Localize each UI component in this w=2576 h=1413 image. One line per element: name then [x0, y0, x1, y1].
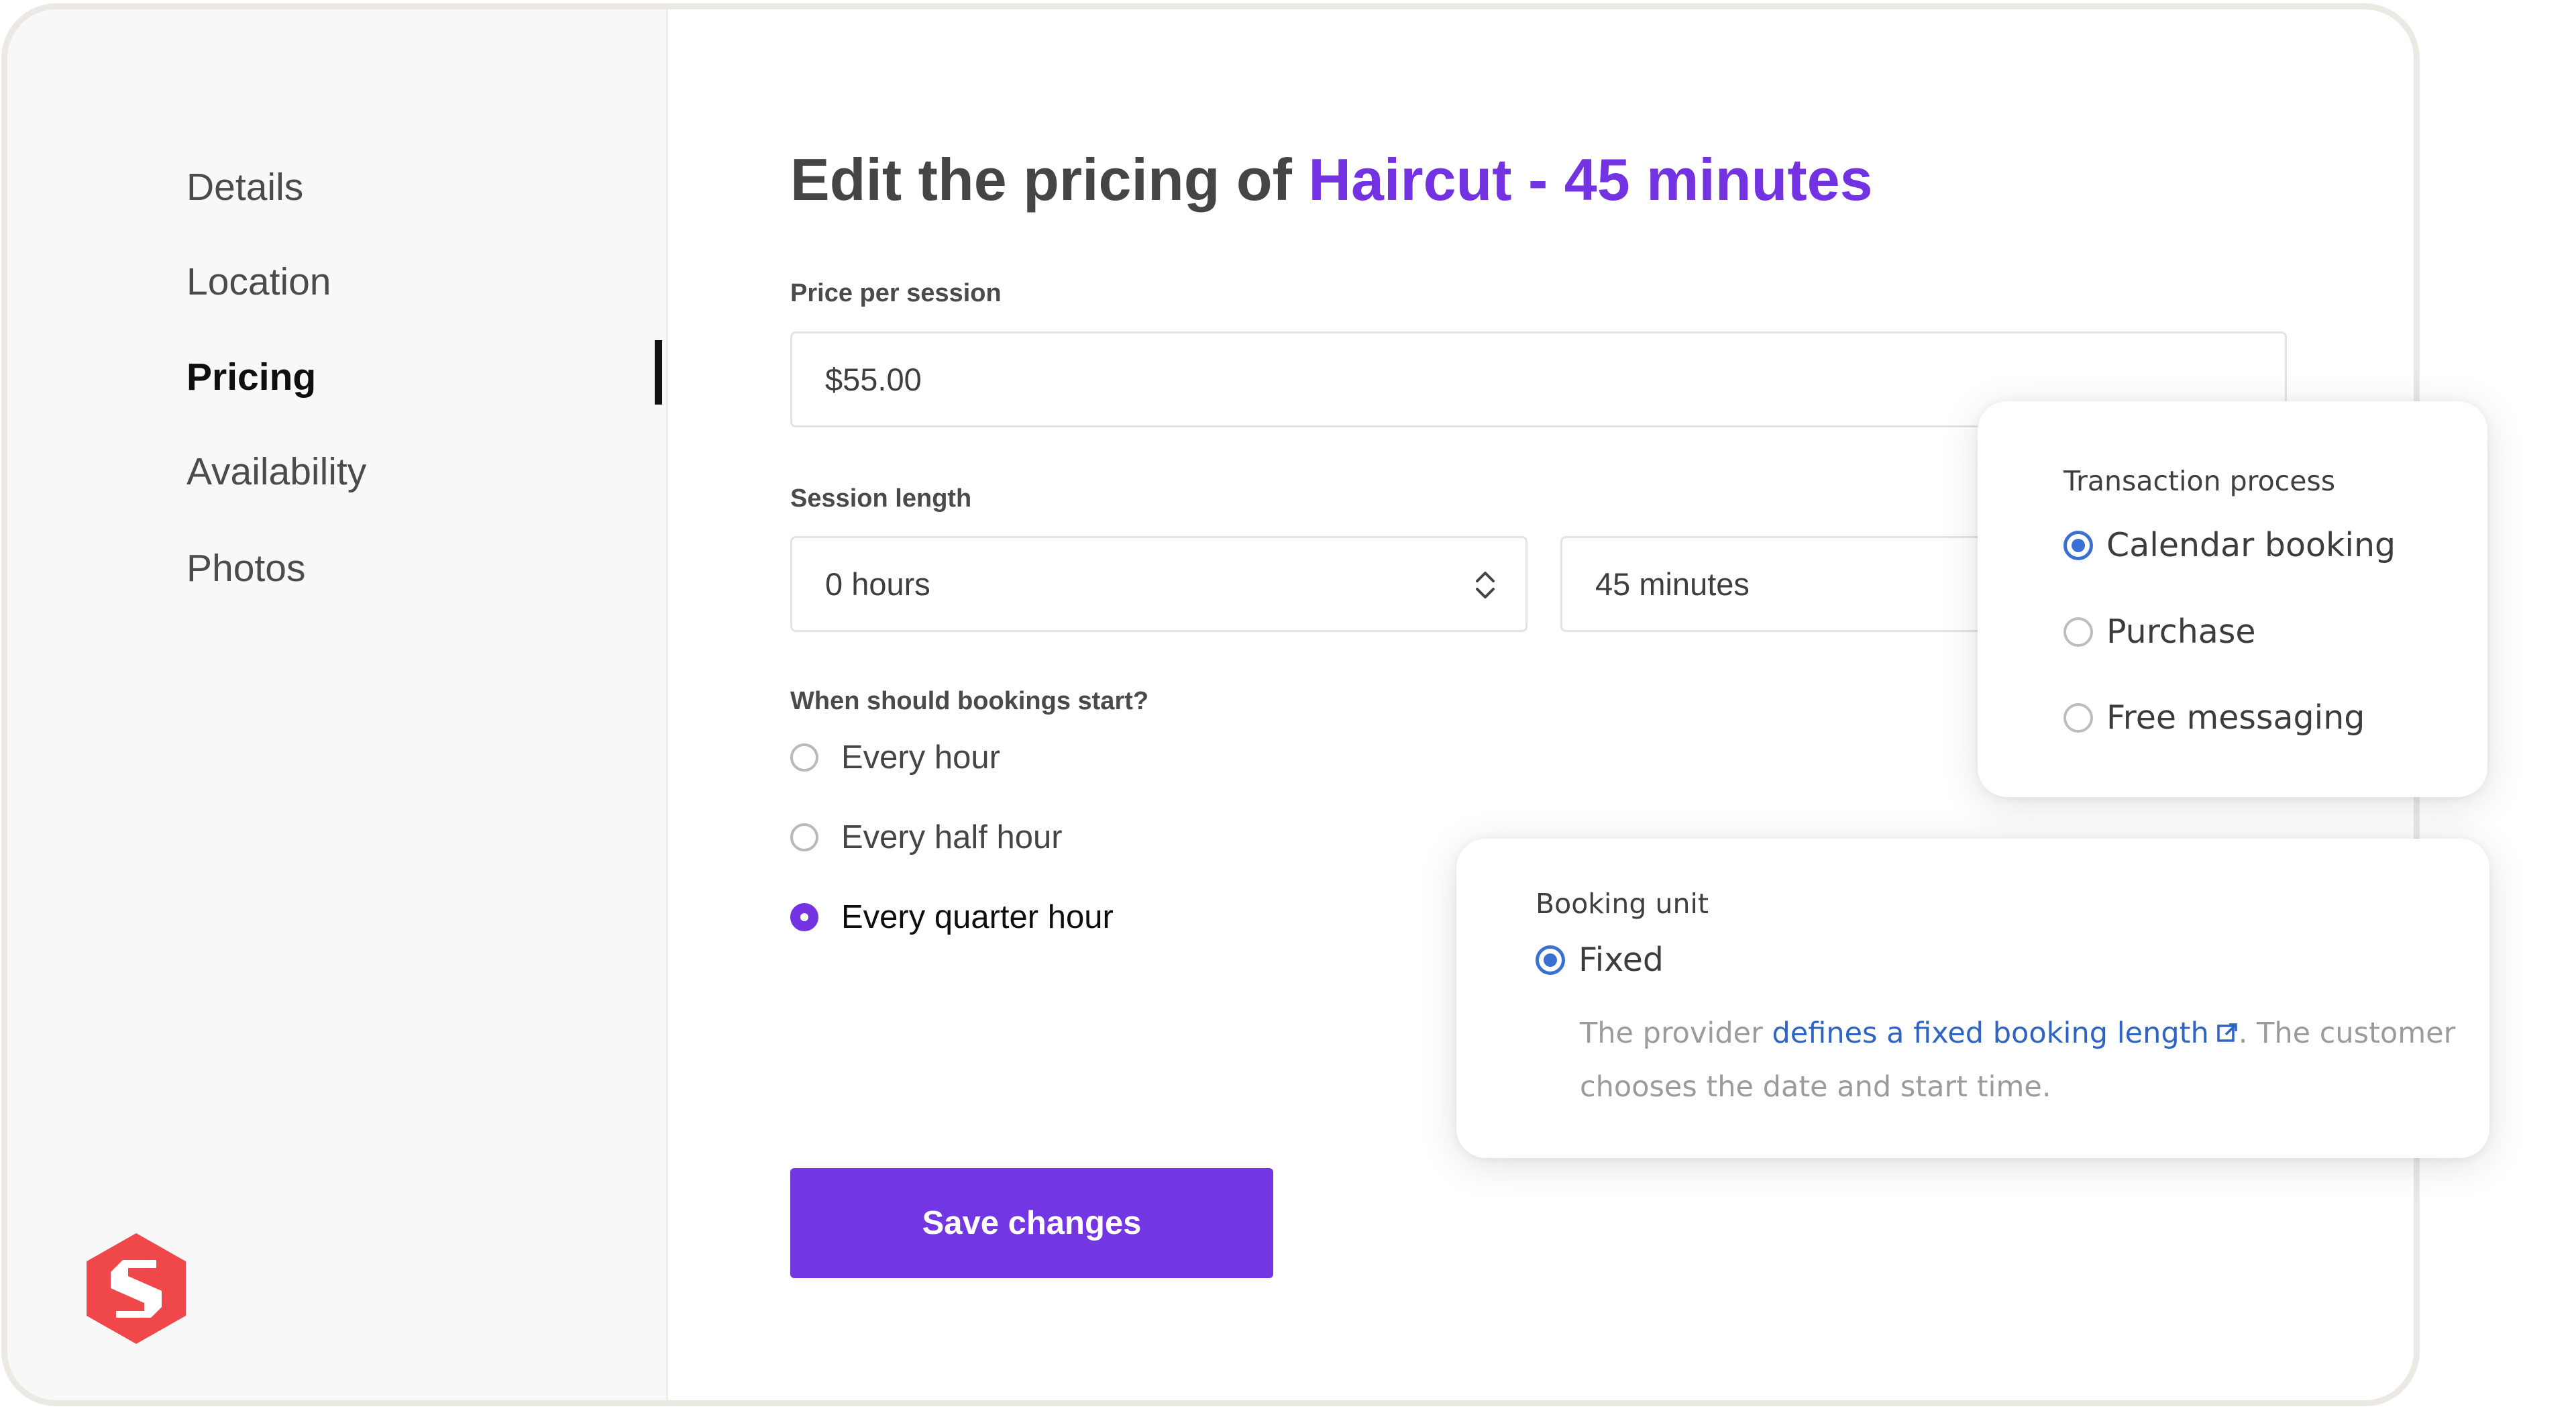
- booking-unit-label: Booking unit: [1536, 888, 1709, 920]
- radio-free-messaging[interactable]: Free messaging: [2063, 698, 2365, 737]
- title-prefix: Edit the pricing of: [790, 146, 1309, 213]
- sidebar-item-photos[interactable]: Photos: [186, 546, 305, 590]
- radio-label: Fixed: [1578, 941, 1664, 979]
- sidebar-item-details[interactable]: Details: [186, 165, 303, 209]
- page: Details Location Pricing Availability Ph…: [0, 0, 2576, 1413]
- radio-circle[interactable]: [790, 743, 818, 772]
- chevron-updown-icon: [1476, 572, 1495, 598]
- sidebar-item-pricing[interactable]: Pricing: [186, 355, 316, 399]
- fixed-booking-length-link[interactable]: defines a fixed booking length: [1772, 1016, 2208, 1050]
- radio-circle-selected[interactable]: [790, 903, 818, 931]
- radio-label: Calendar booking: [2106, 526, 2396, 564]
- price-value: $55.00: [825, 362, 922, 397]
- minutes-value: 45 minutes: [1595, 566, 1750, 602]
- hours-value: 0 hours: [825, 566, 930, 602]
- transaction-process-card: Transaction process Calendar booking Pur…: [1978, 401, 2487, 797]
- booking-unit-description: The provider defines a fixed booking len…: [1580, 1006, 2472, 1114]
- radio-label: Purchase: [2106, 613, 2256, 651]
- radio-circle-selected[interactable]: [1536, 945, 1565, 975]
- radio-every-quarter-hour[interactable]: Every quarter hour: [790, 898, 1114, 936]
- save-changes-button[interactable]: Save changes: [790, 1168, 1273, 1278]
- sidebar: Details Location Pricing Availability Ph…: [7, 9, 668, 1400]
- external-link-icon[interactable]: [2216, 1022, 2239, 1045]
- sharetribe-logo-icon: [87, 1233, 186, 1344]
- radio-circle[interactable]: [2063, 617, 2093, 647]
- booking-unit-card: Booking unit Fixed The provider defines …: [1456, 839, 2489, 1158]
- radio-every-half-hour[interactable]: Every half hour: [790, 819, 1063, 856]
- radio-circle[interactable]: [2063, 702, 2093, 733]
- radio-every-hour[interactable]: Every hour: [790, 739, 1000, 776]
- page-title: Edit the pricing of Haircut - 45 minutes: [790, 146, 1873, 214]
- radio-circle[interactable]: [790, 823, 818, 851]
- minutes-select[interactable]: 45 minutes: [1560, 536, 2003, 632]
- radio-circle-selected[interactable]: [2063, 530, 2093, 560]
- price-label: Price per session: [790, 279, 1002, 307]
- booking-start-label: When should bookings start?: [790, 687, 1149, 715]
- radio-calendar-booking[interactable]: Calendar booking: [2063, 526, 2396, 564]
- sidebar-item-availability[interactable]: Availability: [186, 450, 366, 494]
- radio-fixed[interactable]: Fixed: [1536, 941, 1664, 979]
- session-length-label: Session length: [790, 484, 972, 513]
- radio-purchase[interactable]: Purchase: [2063, 613, 2256, 651]
- sidebar-item-location[interactable]: Location: [186, 260, 331, 304]
- description-text: The provider: [1580, 1016, 1772, 1050]
- radio-label: Every hour: [841, 739, 1000, 776]
- transaction-process-label: Transaction process: [2063, 465, 2336, 497]
- radio-label: Free messaging: [2106, 698, 2365, 737]
- title-service-name: Haircut - 45 minutes: [1308, 146, 1873, 213]
- radio-label: Every quarter hour: [841, 899, 1114, 935]
- radio-label: Every half hour: [841, 819, 1063, 855]
- hours-select[interactable]: 0 hours: [790, 536, 1527, 632]
- active-nav-indicator: [655, 340, 662, 405]
